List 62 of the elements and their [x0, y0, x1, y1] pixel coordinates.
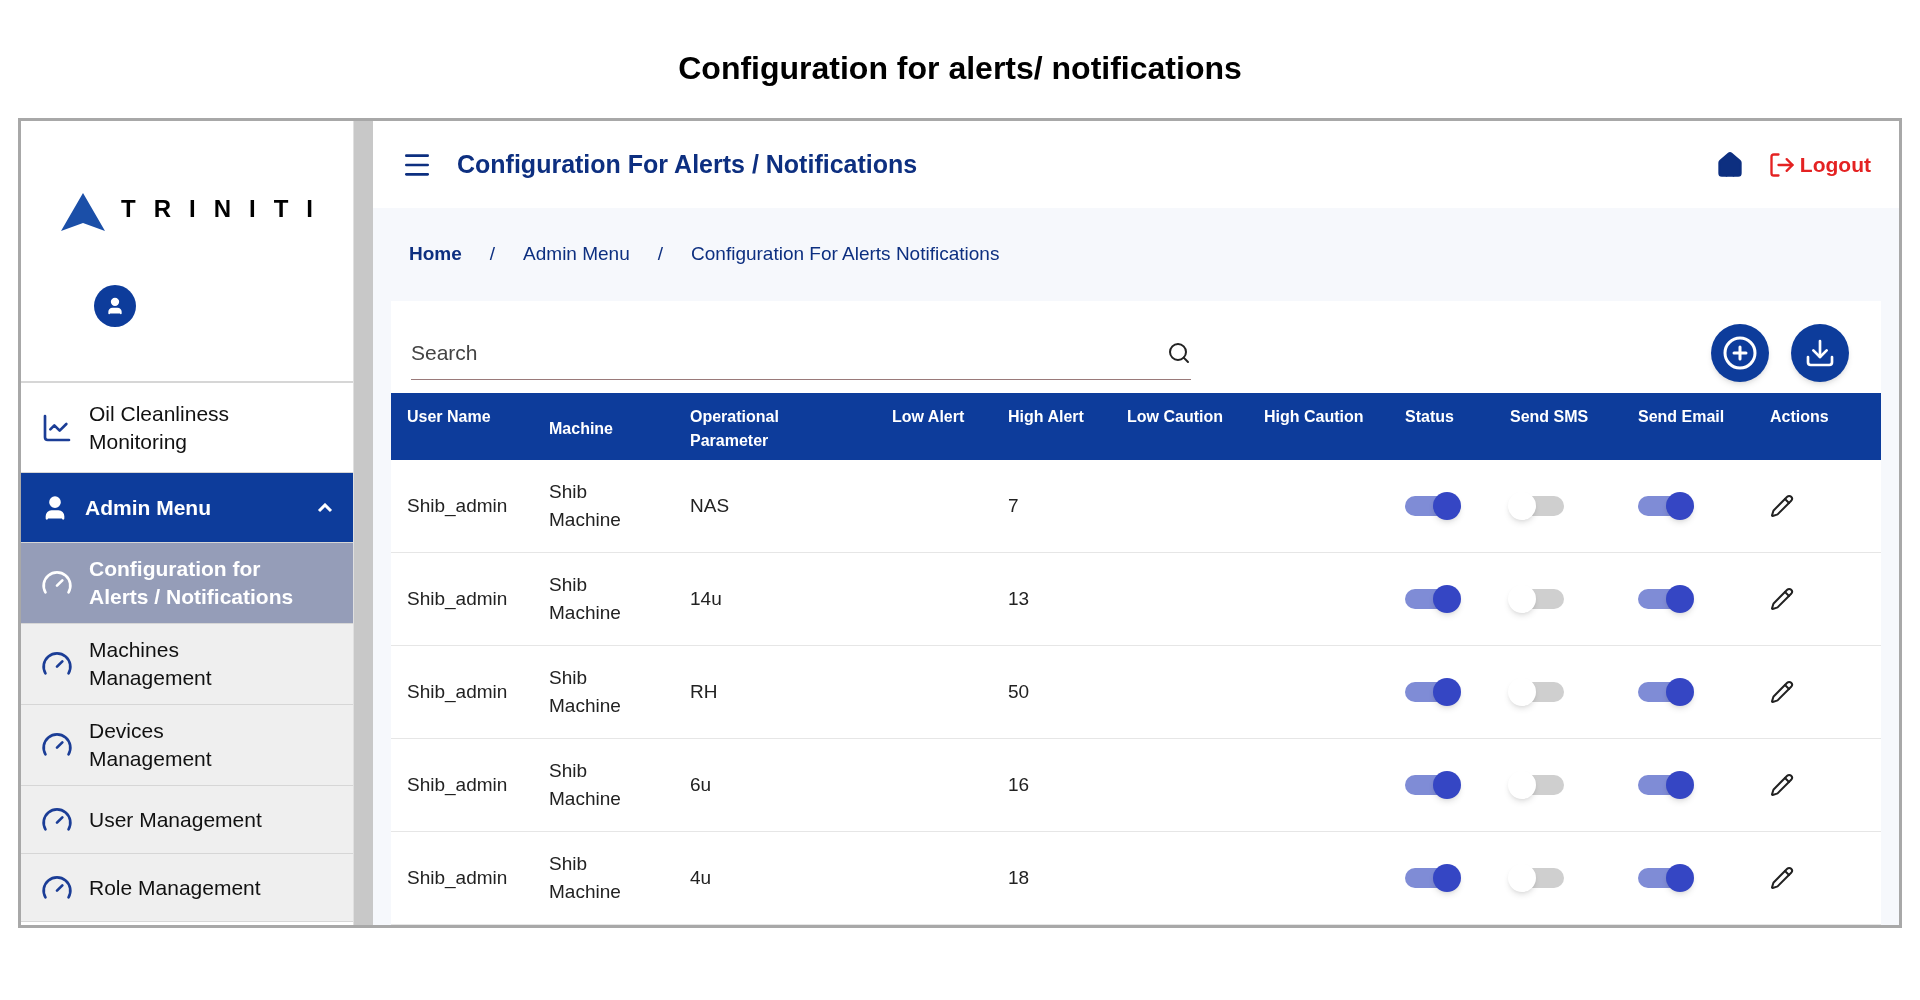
- table-cell-text: 7: [1008, 493, 1020, 518]
- table-cell-text: Shib Machine: [549, 480, 622, 532]
- edit-icon[interactable]: [1770, 866, 1794, 890]
- column-header: Status: [1405, 407, 1455, 427]
- sidebar-item[interactable]: Machines Management: [21, 624, 353, 705]
- edit-icon[interactable]: [1770, 494, 1794, 518]
- logo-text: TRINITI: [121, 194, 331, 224]
- table-cell-text: 50: [1008, 679, 1031, 704]
- sidebar-item[interactable]: User Management: [21, 786, 353, 854]
- table-cell-text: Shib_admin: [407, 772, 509, 798]
- add-icon: [1722, 335, 1758, 371]
- column-header: High Caution: [1264, 407, 1365, 427]
- table-cell-text: Shib Machine: [549, 666, 622, 718]
- column-header: Low Caution: [1127, 407, 1224, 427]
- table-cell-text: RH: [690, 679, 719, 704]
- column-header: User Name: [407, 407, 492, 427]
- breadcrumb-link[interactable]: Admin Menu: [523, 240, 630, 269]
- home-icon[interactable]: [1715, 150, 1744, 179]
- column-header: Actions: [1770, 407, 1830, 427]
- table-cell-text: 16: [1008, 772, 1031, 797]
- table-cell-text: 13: [1008, 586, 1031, 611]
- table-cell-text: 6u: [690, 772, 713, 797]
- scrollbar[interactable]: [353, 121, 373, 925]
- edit-icon[interactable]: [1770, 680, 1794, 704]
- search-field[interactable]: Search: [411, 336, 1167, 369]
- edit-icon[interactable]: [1770, 587, 1794, 611]
- column-header: Send SMS: [1510, 407, 1590, 427]
- logo-icon: [61, 193, 105, 231]
- breadcrumb-link[interactable]: Home: [409, 240, 462, 269]
- header-title: Configuration For Alerts / Notifications: [457, 148, 919, 180]
- search-icon: [1167, 340, 1191, 365]
- table-cell-text: Shib_admin: [407, 493, 509, 519]
- table-cell-text: 18: [1008, 865, 1031, 890]
- page-title: Configuration for alerts/ notifications: [678, 49, 1242, 84]
- column-header: High Alert: [1008, 407, 1085, 427]
- download-icon: [1804, 337, 1836, 369]
- avatar-icon[interactable]: [94, 285, 136, 327]
- breadcrumb-separator: /: [657, 242, 664, 267]
- table-cell-text: 14u: [690, 586, 723, 611]
- chevron-up-icon[interactable]: [317, 502, 333, 513]
- table-cell-text: Shib Machine: [549, 573, 622, 625]
- sidebar-item[interactable]: Admin Menu: [21, 473, 353, 543]
- sidebar-item[interactable]: Role Management: [21, 854, 353, 922]
- column-header: Send Email: [1638, 407, 1726, 427]
- table-cell-text: 4u: [690, 865, 713, 890]
- logout-icon: [1767, 150, 1796, 179]
- column-header: Machine: [549, 419, 614, 439]
- logout-button[interactable]: Logout: [1767, 148, 1871, 181]
- table-cell-text: Shib_admin: [407, 586, 509, 612]
- edit-icon[interactable]: [1770, 773, 1794, 797]
- add-button[interactable]: [1711, 324, 1769, 382]
- column-header: Low Alert: [892, 407, 966, 427]
- table-cell-text: Shib Machine: [549, 852, 622, 904]
- column-header: Operational Parameter: [690, 407, 780, 451]
- sidebar-item[interactable]: Devices Management: [21, 705, 353, 786]
- breadcrumb-separator: /: [489, 242, 496, 267]
- breadcrumb-link[interactable]: Configuration For Alerts Notifications: [691, 240, 1000, 269]
- table-cell-text: NAS: [690, 493, 731, 518]
- table-cell-text: Shib Machine: [549, 759, 622, 811]
- download-button[interactable]: [1791, 324, 1849, 382]
- table-cell-text: Shib_admin: [407, 865, 509, 891]
- table-cell-text: Shib_admin: [407, 679, 509, 705]
